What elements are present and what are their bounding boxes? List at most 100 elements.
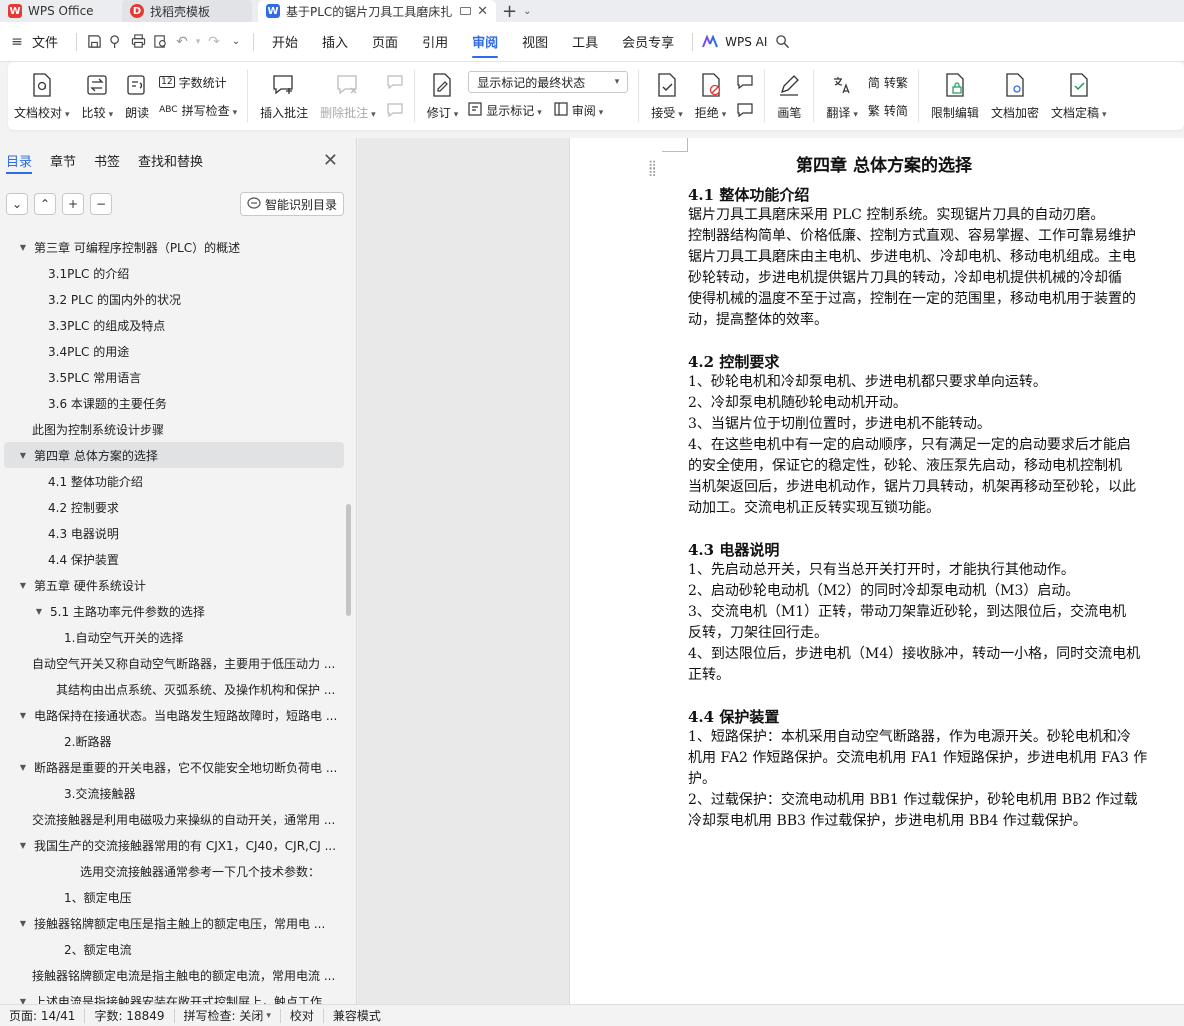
accept-button[interactable]: 接受 bbox=[645, 64, 689, 128]
smart-toc-button[interactable]: 智能识别目录 bbox=[239, 192, 344, 216]
print-icon[interactable] bbox=[127, 31, 149, 53]
compare-button[interactable]: 比较 bbox=[76, 64, 120, 128]
encrypt-button[interactable]: 文档加密 bbox=[985, 64, 1045, 128]
review-pane-button[interactable]: 审阅 bbox=[554, 101, 604, 119]
tab-bookmarks[interactable]: 书签 bbox=[94, 138, 120, 182]
toc-item[interactable]: ▼ 接触器铭牌额定电压是指主触上的额定电压，常用电 ... bbox=[0, 910, 348, 936]
drag-handle-icon[interactable]: ⠿ ⠿ bbox=[648, 160, 657, 179]
caret-down-icon[interactable]: ▼ bbox=[34, 607, 44, 616]
toc-item[interactable]: ▼ 第四章 总体方案的选择 bbox=[4, 442, 344, 468]
menu-page[interactable]: 页面 bbox=[360, 22, 410, 62]
doc-check-button[interactable]: 文档校对 bbox=[8, 64, 76, 128]
tab-find-replace[interactable]: 查找和替换 bbox=[138, 138, 203, 182]
toc-item[interactable]: 接触器铭牌额定电流是指主触电的额定电流，常用电流 ... bbox=[0, 962, 348, 988]
redo-icon[interactable]: ↷ bbox=[203, 31, 225, 53]
undo-dropdown-icon[interactable]: ▾ bbox=[193, 31, 203, 53]
toc-item[interactable]: 4.2 控制要求 bbox=[0, 494, 348, 520]
show-markup-button[interactable]: 显示标记 bbox=[468, 101, 542, 119]
menu-start[interactable]: 开始 bbox=[260, 22, 310, 62]
menu-tools[interactable]: 工具 bbox=[560, 22, 610, 62]
caret-down-icon[interactable]: ▼ bbox=[18, 919, 28, 928]
toc-item[interactable]: ▼ 第三章 可编程序控制器（PLC）的概述 bbox=[0, 234, 348, 260]
hamburger-icon[interactable]: ≡ bbox=[6, 31, 28, 53]
caret-down-icon[interactable]: ▼ bbox=[18, 997, 28, 1005]
reject-button[interactable]: 拒绝 bbox=[689, 64, 733, 128]
page-indicator[interactable]: 页面: 14/41 bbox=[0, 1008, 86, 1023]
more-quick-actions-icon[interactable]: ⌄ bbox=[225, 31, 247, 53]
proofread-button[interactable]: 校对 bbox=[281, 1008, 324, 1023]
menu-member[interactable]: 会员专享 bbox=[610, 22, 686, 62]
toc-item[interactable]: 3.交流接触器 bbox=[0, 780, 348, 806]
toc-item[interactable]: 3.6 本课题的主要任务 bbox=[0, 390, 348, 416]
previous-comment-icon[interactable] bbox=[386, 68, 404, 96]
insert-comment-button[interactable]: 插入批注 bbox=[254, 64, 314, 128]
toc-item[interactable]: ▼ 断路器是重要的开关电器，它不仅能安全地切断负荷电 ... bbox=[0, 754, 348, 780]
to-simplified-button[interactable]: 繁 转简 bbox=[868, 96, 908, 124]
translate-button[interactable]: 翻译 bbox=[820, 64, 864, 128]
remove-heading-icon[interactable]: − bbox=[90, 193, 112, 215]
toc-item[interactable]: 选用交流接触器通常参考一下几个技术参数： bbox=[0, 858, 348, 884]
tab-list-dropdown-icon[interactable]: ⌄ bbox=[523, 0, 531, 22]
markup-state-select[interactable]: 显示标记的最终状态 ▾ bbox=[468, 68, 629, 96]
tab-chapters[interactable]: 章节 bbox=[50, 138, 76, 182]
toc-item[interactable]: 3.1PLC 的介绍 bbox=[0, 260, 348, 286]
print-preview-icon[interactable] bbox=[149, 31, 171, 53]
word-count-button[interactable]: 12 字数统计 bbox=[159, 68, 237, 96]
toc-item[interactable]: 4.4 保护装置 bbox=[0, 546, 348, 572]
collapse-up-icon[interactable]: ⌃ bbox=[34, 193, 56, 215]
revise-button[interactable]: 修订 bbox=[421, 64, 465, 128]
toc-item[interactable]: 2、额定电流 bbox=[0, 936, 348, 962]
caret-down-icon[interactable]: ▼ bbox=[18, 711, 28, 720]
caret-down-icon[interactable]: ▼ bbox=[18, 763, 28, 772]
new-tab-button[interactable]: + bbox=[496, 0, 523, 22]
toc-item[interactable]: 4.3 电器说明 bbox=[0, 520, 348, 546]
spell-check-status[interactable]: 拼写检查: 关闭 bbox=[175, 1008, 281, 1023]
tab-current-document[interactable]: W 基于PLC的锯片刀具工具磨床扎 ✕ bbox=[258, 0, 496, 22]
export-pdf-icon[interactable] bbox=[105, 31, 127, 53]
menu-view[interactable]: 视图 bbox=[510, 22, 560, 62]
document-page[interactable]: ⠿ ⠿ 第四章 总体方案的选择 4.1 整体功能介绍 锯片刀具工具磨床采用 PLC… bbox=[569, 138, 1184, 1004]
previous-revision-icon[interactable] bbox=[736, 68, 754, 96]
toc-item[interactable]: 3.3PLC 的组成及特点 bbox=[0, 312, 348, 338]
toc-item[interactable]: 4.1 整体功能介绍 bbox=[0, 468, 348, 494]
next-revision-icon[interactable] bbox=[736, 96, 754, 124]
restrict-edit-button[interactable]: 限制编辑 bbox=[925, 64, 985, 128]
toc-item[interactable]: 3.2 PLC 的国内外的状况 bbox=[0, 286, 348, 312]
toc-item[interactable]: 此图为控制系统设计步骤 bbox=[0, 416, 348, 442]
toc-item[interactable]: 3.4PLC 的用途 bbox=[0, 338, 348, 364]
toc-item[interactable]: 1、额定电压 bbox=[0, 884, 348, 910]
toc-item[interactable]: ▼ 电路保持在接通状态。当电路发生短路故障时，短路电 ... bbox=[0, 702, 348, 728]
toc-item[interactable]: 其结构由出点系统、灭弧系统、及操作机构和保护 ... bbox=[0, 676, 348, 702]
wps-ai-button[interactable]: WPS AI bbox=[721, 22, 771, 62]
caret-down-icon[interactable]: ▼ bbox=[18, 841, 28, 850]
word-count-indicator[interactable]: 字数: 18849 bbox=[85, 1008, 175, 1023]
toc-item[interactable]: ▼ 我国生产的交流接触器常用的有 CJX1，CJ40，CJR,CJ ... bbox=[0, 832, 348, 858]
toc-item[interactable]: ▼ 5.1 主路功率元件参数的选择 bbox=[0, 598, 348, 624]
menu-review[interactable]: 审阅 bbox=[460, 22, 510, 62]
search-icon[interactable] bbox=[771, 31, 793, 53]
window-icon[interactable] bbox=[460, 7, 472, 15]
add-heading-icon[interactable]: + bbox=[62, 193, 84, 215]
tab-find-template[interactable]: D 找稻壳模板 bbox=[122, 0, 252, 22]
toc-item[interactable]: 1.自动空气开关的选择 bbox=[0, 624, 348, 650]
next-comment-icon[interactable] bbox=[386, 96, 404, 124]
menu-insert[interactable]: 插入 bbox=[310, 22, 360, 62]
menu-reference[interactable]: 引用 bbox=[410, 22, 460, 62]
finalize-button[interactable]: 文档定稿 bbox=[1045, 64, 1113, 128]
read-aloud-button[interactable]: 朗读 bbox=[119, 64, 155, 128]
save-icon[interactable] bbox=[83, 31, 105, 53]
expand-down-icon[interactable]: ⌄ bbox=[6, 193, 28, 215]
menu-file[interactable]: 文件 bbox=[28, 22, 70, 62]
document-content[interactable]: 第四章 总体方案的选择 4.1 整体功能介绍 锯片刀具工具磨床采用 PLC 控制… bbox=[688, 156, 1184, 832]
toc-item[interactable]: 3.5PLC 常用语言 bbox=[0, 364, 348, 390]
caret-down-icon[interactable]: ▼ bbox=[18, 581, 28, 590]
toc-item[interactable]: 自动空气开关又称自动空气断路器，主要用于低压动力 ... bbox=[0, 650, 348, 676]
toc-item[interactable]: 交流接触器是利用电磁吸力来操纵的自动开关，通常用 ... bbox=[0, 806, 348, 832]
wps-ai-icon[interactable] bbox=[699, 31, 721, 53]
tab-wps-office[interactable]: W WPS Office bbox=[0, 0, 118, 22]
to-traditional-button[interactable]: 简 转繁 bbox=[868, 68, 908, 96]
close-icon[interactable]: ✕ bbox=[323, 150, 338, 171]
toc-item[interactable]: ▼ 第五章 硬件系统设计 bbox=[0, 572, 348, 598]
tab-toc[interactable]: 目录 bbox=[6, 138, 33, 182]
toc-item[interactable]: ▼ 上述电流是指接触器安装在敞开式控制屏上，触点工作 ... bbox=[0, 988, 348, 1005]
